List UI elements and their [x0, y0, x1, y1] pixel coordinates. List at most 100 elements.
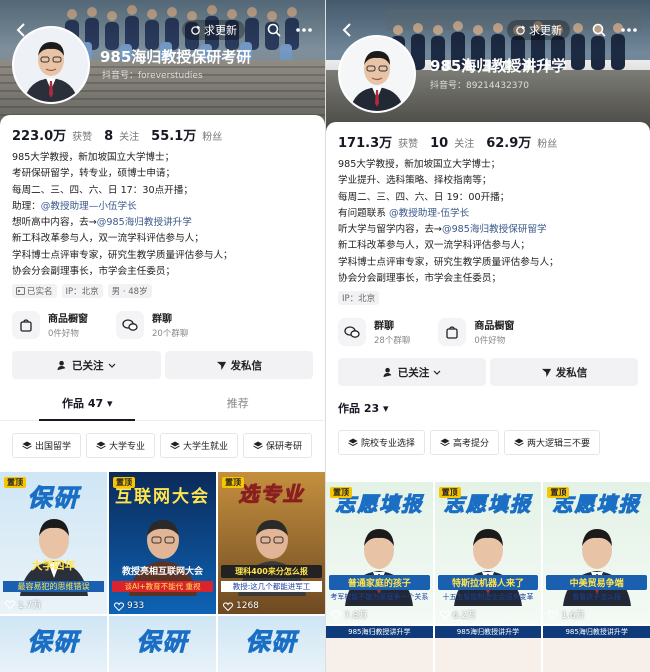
- following-label[interactable]: 关注: [454, 135, 474, 150]
- followed-button-label: 已关注: [72, 359, 104, 372]
- thumbnail-subcaption: 教授:这几个都能进军工: [221, 581, 322, 592]
- video-thumbnail[interactable]: 985海归教授讲升学: [543, 626, 650, 672]
- video-thumbnail[interactable]: 985海归教授讲升学: [326, 626, 433, 672]
- followers-label[interactable]: 粉丝: [537, 135, 557, 150]
- chip-collection[interactable]: 院校专业选择: [338, 430, 426, 456]
- followers-count[interactable]: 55.1万: [151, 125, 196, 144]
- pinned-badge: 置顶: [547, 487, 570, 498]
- thumbnail-subcaption: 谈AI+教育不能代 重视: [112, 581, 213, 592]
- chip-label: 两大逻辑三不要: [527, 439, 591, 450]
- profile-uid[interactable]: 抖音号：89214432370: [430, 78, 529, 91]
- tab-recommend[interactable]: 推荐: [163, 393, 314, 420]
- more-button[interactable]: [618, 19, 640, 41]
- chat-icon: [122, 319, 138, 331]
- stack-icon: [96, 441, 106, 450]
- profile-tags: IP：北京: [326, 287, 650, 306]
- video-grid: 置顶 保研 大学四年 最容易犯的思维错误 1.7万 置顶 互联网大会 教授亮相互…: [0, 472, 325, 672]
- more-dots-icon: [296, 28, 312, 32]
- video-likes: 7.8万: [331, 608, 367, 621]
- send-icon: [216, 361, 226, 370]
- assistant-mention-link[interactable]: @教授助理-伍学长: [389, 208, 469, 219]
- group-chat-title: 群聊: [374, 321, 394, 333]
- shop-window-entry[interactable]: 商品橱窗 0件好物: [438, 317, 514, 346]
- service-entries: 商品橱窗 0件好物 群聊 20个群聊: [0, 298, 325, 339]
- message-button[interactable]: 发私信: [490, 358, 638, 387]
- action-buttons: 已关注 发私信: [326, 346, 650, 387]
- video-thumbnail[interactable]: 置顶 保研 大学四年 最容易犯的思维错误 1.7万: [0, 472, 107, 614]
- group-chat-entry[interactable]: 群聊 20个群聊: [116, 310, 188, 339]
- bio-text: 想听高中内容，去→: [12, 217, 97, 229]
- thumbnail-banner: 985海归教授讲升学: [326, 626, 433, 638]
- chip-label: 院校专业选择: [361, 439, 416, 450]
- following-count[interactable]: 8: [104, 129, 113, 144]
- heart-icon: [223, 601, 233, 611]
- profile-panel-left: 求更新 985海归教授保研考研 抖音号：foreverstudies 223.0…: [0, 0, 325, 672]
- video-likes-count: 1.7万: [18, 601, 42, 611]
- followers-label[interactable]: 粉丝: [202, 128, 222, 143]
- followed-button[interactable]: 已关注: [12, 351, 161, 380]
- shop-window-entry[interactable]: 商品橱窗 0件好物: [12, 310, 88, 339]
- thumbnail-subcaption: 十五五智能制造业会迎来变革: [442, 593, 534, 601]
- followed-button[interactable]: 已关注: [338, 358, 486, 387]
- video-thumbnail[interactable]: 保研: [0, 616, 107, 672]
- search-button[interactable]: [588, 19, 610, 41]
- video-likes-count: 1.6万: [561, 611, 585, 621]
- more-button[interactable]: [293, 19, 315, 41]
- tab-works[interactable]: 作品 23 ▾: [326, 400, 650, 426]
- video-thumbnail[interactable]: 置顶 志愿填报 普通家庭的孩子 考军校能不能为家庭争一个关系 7.8万: [326, 482, 433, 624]
- chip-collection[interactable]: 大学专业: [86, 433, 156, 459]
- assistant-mention-link[interactable]: @教授助理—小伍学长: [41, 201, 137, 212]
- tab-works-label: 作品 23: [338, 402, 380, 416]
- following-count[interactable]: 10: [430, 136, 448, 151]
- search-button[interactable]: [263, 19, 285, 41]
- profile-bio: 985大学教授，新加坡国立大学博士； 学业提升、选科策略、择校指南等； 每周二、…: [326, 151, 650, 287]
- video-thumbnail[interactable]: 置顶 互联网大会 教授亮相互联网大会 谈AI+教育不能代 重视 933: [109, 472, 216, 614]
- request-update-button[interactable]: 求更新: [182, 20, 245, 40]
- request-update-button[interactable]: 求更新: [507, 20, 570, 40]
- video-thumbnail[interactable]: 置顶 选专业 理科400来分怎么报 教授:这几个都能进军工 1268: [218, 472, 325, 614]
- bio-line: 985大学教授，新加坡国立大学博士；: [338, 159, 501, 170]
- chevron-down-icon: [108, 363, 115, 368]
- thumbnail-subcaption: 考军校能不能为家庭争一个关系: [330, 593, 429, 601]
- followers-count[interactable]: 62.9万: [486, 132, 531, 151]
- profile-uid[interactable]: 抖音号：foreverstudies: [102, 68, 203, 81]
- chip-collection[interactable]: 大学生就业: [160, 433, 239, 459]
- sister-account-mention-link[interactable]: @985海归教授讲升学: [97, 217, 192, 228]
- chip-collection[interactable]: 两大逻辑三不要: [504, 430, 601, 456]
- chip-label: 保研考研: [266, 442, 303, 453]
- bio-line: 985大学教授，新加坡国立大学博士；: [12, 152, 175, 163]
- bio-line: 协会分会副理事长，市学会主任委员；: [12, 266, 176, 278]
- message-button-label: 发私信: [555, 366, 588, 379]
- avatar[interactable]: [12, 26, 90, 104]
- video-thumbnail[interactable]: 置顶 志愿填报 中美贸易争端 看看孩子怎么报 1.6万: [543, 482, 650, 624]
- sister-account-mention-link[interactable]: @985海归教授保研留学: [442, 224, 547, 235]
- avatar[interactable]: [338, 35, 416, 113]
- group-chat-title: 群聊: [152, 314, 172, 326]
- request-update-label: 求更新: [529, 24, 562, 37]
- chip-collection[interactable]: 出国留学: [12, 433, 82, 459]
- profile-info-card: 223.0万 获赞 8 关注 55.1万 粉丝 985大学教授，新加坡国立大学博…: [0, 115, 325, 459]
- video-thumbnail[interactable]: 置顶 志愿填报 特斯拉机器人来了 十五五智能制造业会迎来变革 6.2万: [434, 482, 542, 624]
- video-likes-count: 6.2万: [452, 611, 476, 621]
- tab-works[interactable]: 作品 47 ▾: [12, 393, 163, 422]
- message-button[interactable]: 发私信: [164, 351, 313, 380]
- heart-icon: [548, 610, 559, 619]
- group-chat-count: 20个群聊: [152, 329, 189, 340]
- chip-collection[interactable]: 保研考研: [243, 433, 313, 459]
- stack-icon: [170, 441, 180, 450]
- video-thumbnail[interactable]: 985海归教授讲升学: [434, 626, 542, 672]
- chip-label: 出国留学: [35, 442, 72, 453]
- bio-line: 新工科改革参与人，双一流学科评估参与人；: [338, 240, 530, 252]
- bio-line: 学业提升、选科策略、择校指南等；: [338, 175, 492, 187]
- following-label[interactable]: 关注: [119, 128, 139, 143]
- chip-label: 高考提分: [453, 439, 490, 450]
- likes-label: 获赞: [72, 132, 93, 143]
- group-chat-entry[interactable]: 群聊 28个群聊: [338, 317, 410, 346]
- bio-line: 学科博士点评审专家，研究生教学质量评估参与人；: [338, 256, 559, 268]
- back-button[interactable]: [336, 19, 358, 41]
- video-thumbnail[interactable]: 保研: [218, 616, 325, 672]
- pinned-badge: 置顶: [113, 477, 135, 488]
- pinned-badge: 置顶: [330, 487, 352, 498]
- chip-collection[interactable]: 高考提分: [430, 430, 500, 456]
- video-thumbnail[interactable]: 保研: [109, 616, 216, 672]
